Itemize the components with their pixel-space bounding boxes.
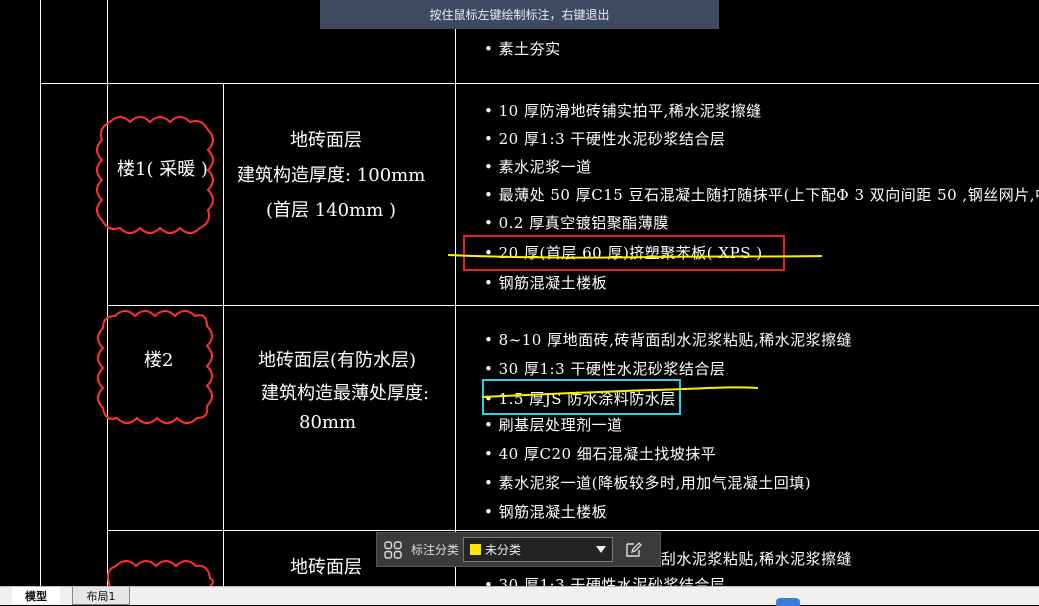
edit-icon[interactable] <box>617 533 649 566</box>
markup-rect-red <box>463 235 785 271</box>
grid-icon[interactable] <box>377 533 409 566</box>
drawing-canvas[interactable]: • 素土夯实 楼1( 采暖 ) 地砖面层 建筑构造厚度: 100mm (首层 1… <box>0 0 1039 586</box>
status-indicator[interactable] <box>776 598 800 606</box>
command-hint-text: 按住鼠标左键绘制标注，右键退出 <box>429 8 610 22</box>
markup-rect-cyan <box>482 379 681 415</box>
markup-layer <box>96 116 823 586</box>
category-select-value: 未分类 <box>485 543 522 557</box>
revision-cloud <box>97 310 213 424</box>
revision-cloud <box>96 116 214 234</box>
chevron-down-icon <box>596 546 607 553</box>
tab-model[interactable]: 模型 <box>12 587 60 604</box>
annotation-toolbar: 标注分类 未分类 <box>376 532 661 567</box>
layout-tab-bar: 模型 布局1 <box>0 586 1039 606</box>
revision-cloud <box>107 560 214 586</box>
category-label: 标注分类 <box>411 543 460 557</box>
category-select[interactable]: 未分类 <box>463 537 614 562</box>
markup-stroke-yellow <box>481 386 759 398</box>
markup-stroke-yellow <box>447 254 823 259</box>
color-swatch <box>470 544 482 555</box>
tab-layout1[interactable]: 布局1 <box>72 587 130 605</box>
command-hint-bar: 按住鼠标左键绘制标注，右键退出 <box>320 0 719 29</box>
